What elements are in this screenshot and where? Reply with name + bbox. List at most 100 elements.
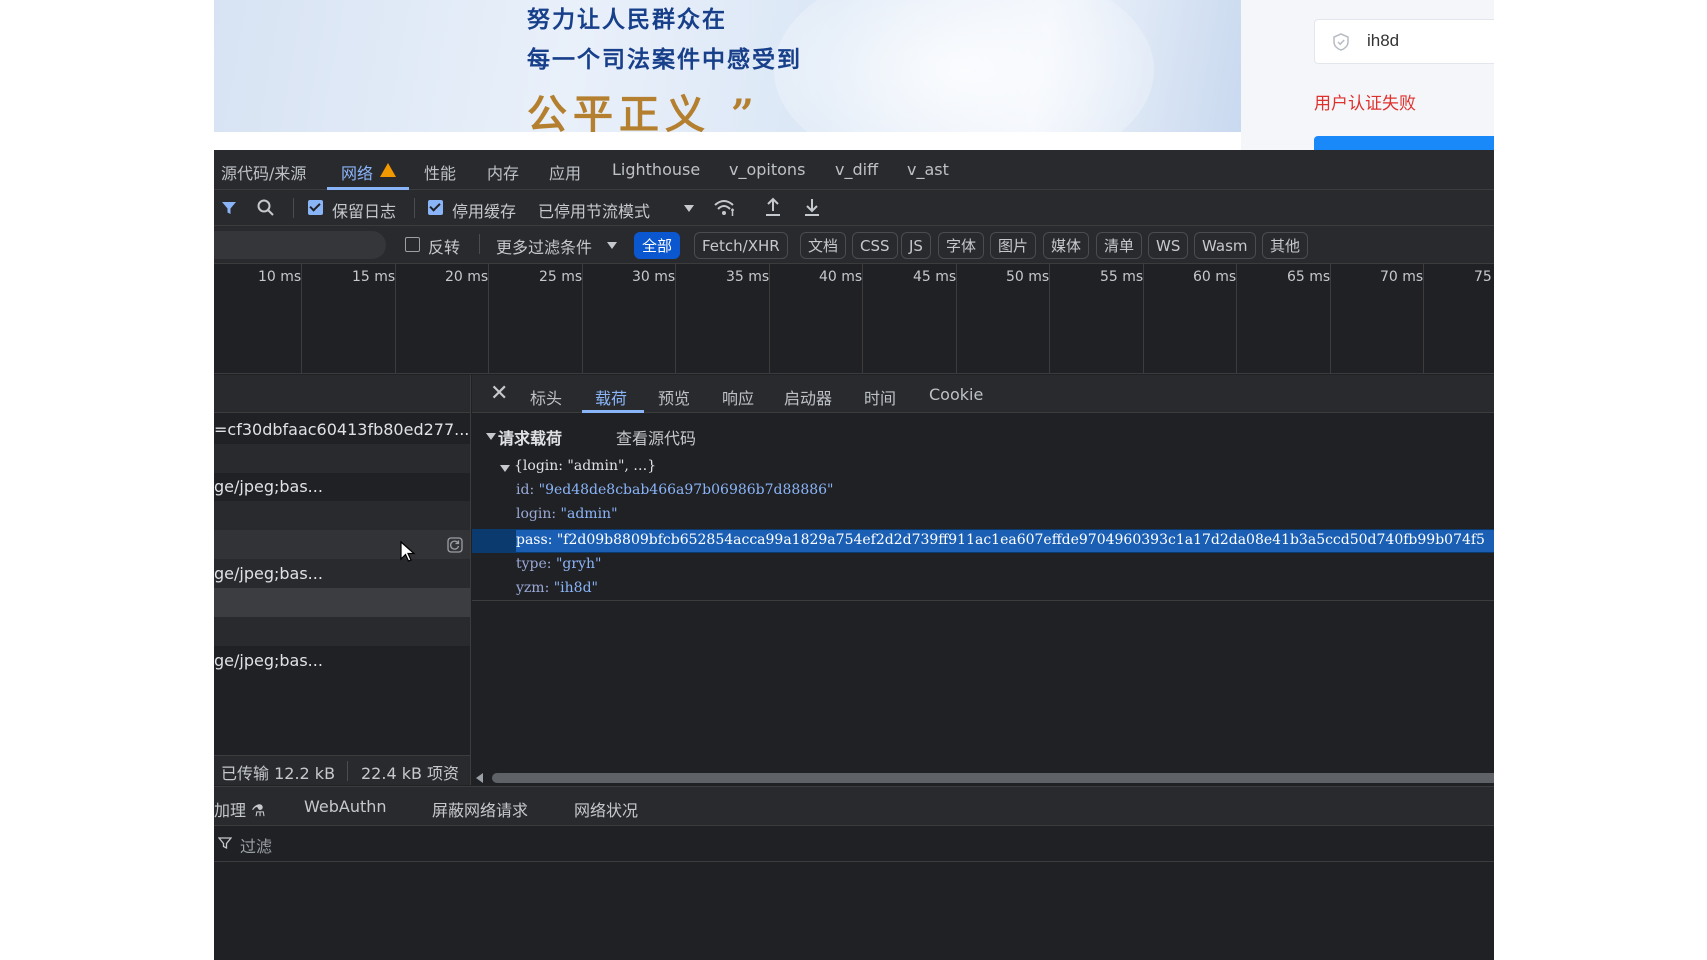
- timeline-tick-label: 35 ms: [726, 269, 770, 285]
- request-name: ge/jpeg;bas...: [214, 651, 323, 670]
- field-value: "9ed48de8cbab466a97b06986b7d88886": [538, 482, 834, 498]
- filter-type-ws[interactable]: WS: [1148, 232, 1189, 259]
- filter-type-all[interactable]: 全部: [634, 232, 681, 259]
- tab-preview[interactable]: 预览: [658, 385, 690, 409]
- scroll-left-icon[interactable]: [476, 773, 483, 783]
- timeline-tick-label: 70 ms: [1380, 269, 1424, 285]
- toolbar-separator: [479, 234, 480, 254]
- transferred-size: 已传输 12.2 kB: [221, 764, 336, 783]
- status-separator: [347, 761, 348, 781]
- chevron-down-icon: [607, 242, 617, 249]
- tab-sources[interactable]: 源代码/来源: [221, 160, 306, 184]
- drawer-tab-request-blocking[interactable]: 屏蔽网络请求: [432, 797, 528, 821]
- request-name: ge/jpeg;bas...: [214, 477, 323, 496]
- preserve-log-checkbox[interactable]: [308, 200, 323, 215]
- throttle-select[interactable]: 已停用节流模式: [538, 198, 650, 222]
- refresh-icon[interactable]: [446, 536, 464, 554]
- timeline-tick-label: 25 ms: [539, 269, 583, 285]
- warning-icon: [380, 163, 396, 177]
- divider: [472, 600, 1494, 601]
- more-filters-dropdown[interactable]: 更多过滤条件: [496, 234, 592, 258]
- login-button[interactable]: [1314, 136, 1494, 150]
- field-key: login: [516, 506, 552, 522]
- drawer-filter-input[interactable]: 过滤: [240, 833, 272, 857]
- tab-lighthouse[interactable]: Lighthouse: [612, 160, 700, 179]
- download-icon[interactable]: [802, 196, 822, 218]
- view-source-link[interactable]: 查看源代码: [616, 425, 696, 449]
- expand-triangle-icon[interactable]: [500, 465, 510, 472]
- field-key: id: [516, 482, 530, 498]
- tab-headers[interactable]: 标头: [530, 385, 562, 409]
- tab-payload[interactable]: 载荷: [595, 385, 627, 409]
- request-row[interactable]: ge/jpeg;bas...: [214, 472, 470, 501]
- filter-type-img[interactable]: 图片: [990, 232, 1037, 259]
- filter-type-doc[interactable]: 文档: [800, 232, 847, 259]
- request-name: =cf30dbfaac60413fb80ed277...: [214, 420, 470, 439]
- filter-type-manifest[interactable]: 清单: [1096, 232, 1143, 259]
- field-key: type: [516, 556, 547, 572]
- timeline-tick-label: 30 ms: [632, 269, 676, 285]
- disable-cache-label: 停用缓存: [452, 202, 517, 221]
- filter-type-other[interactable]: 其他: [1262, 232, 1309, 259]
- timeline-overview[interactable]: 10 ms 15 ms 20 ms 25 ms 30 ms 35 ms 40 m…: [214, 264, 1494, 374]
- request-row[interactable]: [214, 444, 470, 473]
- request-row[interactable]: ge/jpeg;bas...: [214, 646, 470, 675]
- close-icon[interactable]: ✕: [490, 381, 508, 406]
- upload-icon[interactable]: [763, 196, 783, 218]
- payload-summary[interactable]: {login: "admin", …}: [514, 458, 656, 474]
- expand-triangle-icon[interactable]: [486, 433, 496, 440]
- tab-application[interactable]: 应用: [549, 160, 581, 184]
- request-payload-title[interactable]: 请求载荷: [498, 425, 562, 449]
- filter-type-wasm[interactable]: Wasm: [1194, 232, 1256, 259]
- tab-v-ast[interactable]: v_ast: [907, 160, 949, 179]
- tab-network[interactable]: 网络: [341, 160, 373, 184]
- filter-type-fetch-xhr[interactable]: Fetch/XHR: [694, 232, 788, 259]
- field-value: "ih8d": [553, 580, 598, 596]
- filter-type-js[interactable]: JS: [901, 232, 931, 259]
- resources-size: 22.4 kB 项资: [361, 764, 460, 783]
- tab-cookie[interactable]: Cookie: [929, 385, 983, 404]
- timeline-tick-label: 40 ms: [819, 269, 863, 285]
- request-row-selected[interactable]: [214, 588, 470, 617]
- payload-field-id: id: "9ed48de8cbab466a97b06986b7d88886": [516, 482, 834, 498]
- captcha-input[interactable]: ih8d: [1314, 19, 1494, 64]
- network-conditions-icon[interactable]: [712, 197, 736, 219]
- request-row[interactable]: [214, 530, 470, 559]
- disable-cache-checkbox[interactable]: [428, 200, 443, 215]
- timeline-tick-label: 45 ms: [913, 269, 957, 285]
- drawer-tab-network-conditions[interactable]: 网络状况: [574, 797, 638, 821]
- screen-frame: 努力让人民群众在 每一个司法案件中感受到 公平正义 ” ih8d 用户认证失败 …: [214, 0, 1494, 960]
- payload-field-pass[interactable]: pass: "f2d09b8809bfcb652854acca99a1829a7…: [516, 532, 1485, 548]
- horizontal-scrollbar[interactable]: [492, 773, 1494, 783]
- shield-check-icon: [1333, 33, 1349, 51]
- search-icon[interactable]: [256, 198, 276, 218]
- tab-performance[interactable]: 性能: [424, 160, 456, 184]
- filter-icon[interactable]: [220, 199, 238, 217]
- active-tab-indicator: [582, 410, 644, 413]
- request-row[interactable]: =cf30dbfaac60413fb80ed277...: [214, 415, 470, 444]
- request-row[interactable]: [214, 501, 470, 530]
- chevron-down-icon: [684, 205, 694, 212]
- network-toolbar: 保留日志 停用缓存 已停用节流模式: [214, 190, 1494, 226]
- tab-initiator[interactable]: 启动器: [784, 385, 832, 409]
- drawer-tab-partial[interactable]: 加理 ⚗: [214, 797, 265, 821]
- filter-type-css[interactable]: CSS: [852, 232, 898, 259]
- drawer-tab-webauthn[interactable]: WebAuthn: [304, 797, 387, 816]
- tab-v-opitons[interactable]: v_opitons: [729, 160, 805, 179]
- tab-v-diff[interactable]: v_diff: [835, 160, 878, 179]
- slogan-line-2: 每一个司法案件中感受到: [527, 46, 802, 73]
- request-row[interactable]: ge/jpeg;bas...: [214, 559, 470, 588]
- tab-response[interactable]: 响应: [722, 385, 754, 409]
- tab-timing[interactable]: 时间: [864, 385, 896, 409]
- slogan-line-3: 公平正义 ”: [527, 91, 760, 132]
- filter-type-font[interactable]: 字体: [938, 232, 985, 259]
- filter-icon: [218, 837, 232, 850]
- request-row[interactable]: [214, 617, 470, 646]
- timeline-tick-label: 10 ms: [258, 269, 302, 285]
- invert-checkbox[interactable]: [405, 237, 420, 252]
- payload-field-login: login: "admin": [516, 506, 618, 522]
- tab-memory[interactable]: 内存: [487, 160, 519, 184]
- filter-input[interactable]: [214, 231, 386, 259]
- filter-type-media[interactable]: 媒体: [1043, 232, 1090, 259]
- captcha-value: ih8d: [1367, 31, 1400, 50]
